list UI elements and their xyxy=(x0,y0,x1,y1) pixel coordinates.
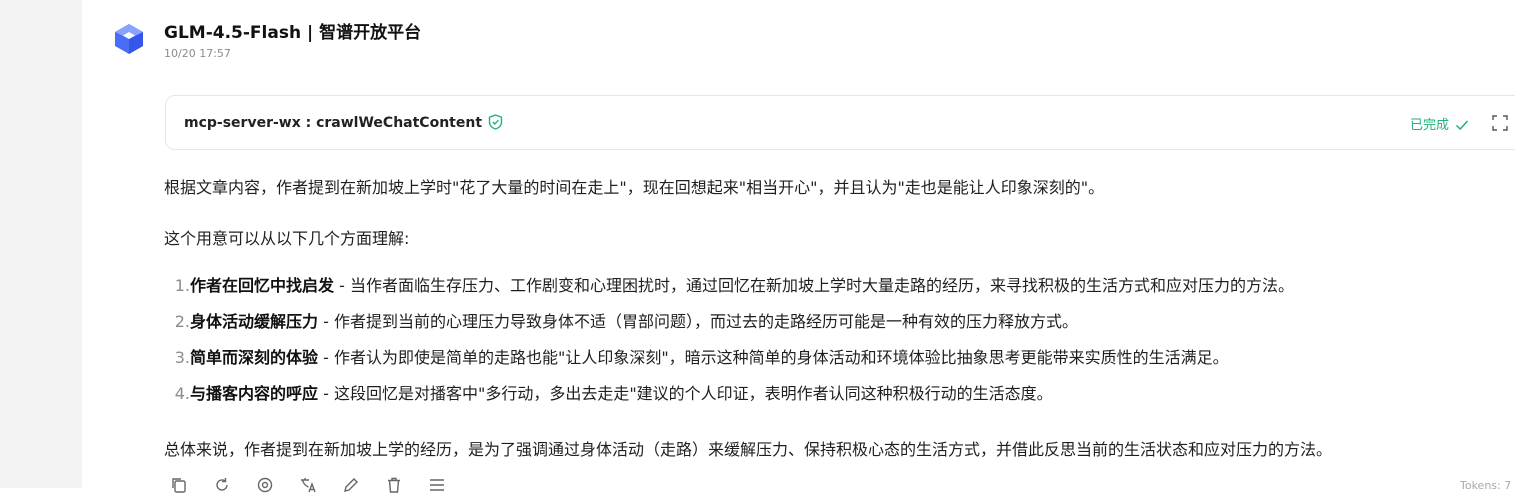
list-number: 1. xyxy=(174,276,190,295)
token-count: Tokens: 7 xyxy=(1460,479,1512,492)
list-number: 2. xyxy=(174,312,190,331)
list-item: 4.与播客内容的呼应 - 这段回忆是对播客中"多行动，多出去走走"建议的个人印证… xyxy=(164,380,1294,416)
answer-conclusion: 总体来说，作者提到在新加坡上学的经历，是为了强调通过身体活动（走路）来缓解压力、… xyxy=(164,440,1333,459)
cube-logo-icon xyxy=(115,24,143,54)
tool-call-name: mcp-server-wx : crawlWeChatContent xyxy=(184,115,483,131)
edit-icon[interactable] xyxy=(342,476,360,494)
list-number: 3. xyxy=(174,348,190,367)
list-number: 4. xyxy=(174,384,190,403)
list-item: 2.身体活动缓解压力 - 作者提到当前的心理压力导致身体不适（胃部问题），而过去… xyxy=(164,308,1294,344)
answer-list: 1.作者在回忆中找启发 - 当作者面临生存压力、工作剧变和心理困扰时，通过回忆在… xyxy=(164,272,1294,416)
list-item-text: - 作者认为即使是简单的走路也能"让人印象深刻"，暗示这种简单的身体活动和环境体… xyxy=(318,348,1229,367)
list-item-title: 身体活动缓解压力 xyxy=(190,312,319,331)
list-item: 3.简单而深刻的体验 - 作者认为即使是简单的走路也能"让人印象深刻"，暗示这种… xyxy=(164,344,1294,380)
message-timestamp: 10/20 17:57 xyxy=(164,47,231,60)
check-icon xyxy=(1456,120,1469,131)
translate-icon[interactable] xyxy=(299,476,317,494)
regenerate-icon[interactable] xyxy=(213,476,231,494)
list-item-text: - 这段回忆是对播客中"多行动，多出去走走"建议的个人印证，表明作者认同这种积极… xyxy=(318,384,1053,403)
mention-icon[interactable] xyxy=(256,476,274,494)
list-item-title: 简单而深刻的体验 xyxy=(190,348,319,367)
list-item-text: - 当作者面临生存压力、工作剧变和心理困扰时，通过回忆在新加坡上学时大量走路的经… xyxy=(334,276,1294,295)
list-item-title: 与播客内容的呼应 xyxy=(190,384,319,403)
shield-check-icon xyxy=(488,114,503,130)
tool-call-card[interactable]: mcp-server-wx : crawlWeChatContent 已完成 xyxy=(165,95,1515,150)
answer-lead: 这个用意可以从以下几个方面理解: xyxy=(164,229,410,248)
expand-icon[interactable] xyxy=(1492,115,1508,131)
copy-icon[interactable] xyxy=(170,476,188,494)
delete-icon[interactable] xyxy=(385,476,403,494)
tool-status-label: 已完成 xyxy=(1410,118,1450,133)
tool-status: 已完成 xyxy=(1410,114,1469,133)
list-item-text: - 作者提到当前的心理压力导致身体不适（胃部问题），而过去的走路经历可能是一种有… xyxy=(318,312,1078,331)
list-item: 1.作者在回忆中找启发 - 当作者面临生存压力、工作剧变和心理困扰时，通过回忆在… xyxy=(164,272,1294,308)
tool-call-name-row: mcp-server-wx : crawlWeChatContent xyxy=(184,114,503,131)
answer-intro: 根据文章内容，作者提到在新加坡上学时"花了大量的时间在走上"，现在回想起来"相当… xyxy=(164,178,1105,197)
menu-icon[interactable] xyxy=(428,476,446,494)
message-title: GLM-4.5-Flash | 智谱开放平台 xyxy=(164,23,422,43)
list-item-title: 作者在回忆中找启发 xyxy=(190,276,335,295)
left-sidebar xyxy=(0,0,82,488)
